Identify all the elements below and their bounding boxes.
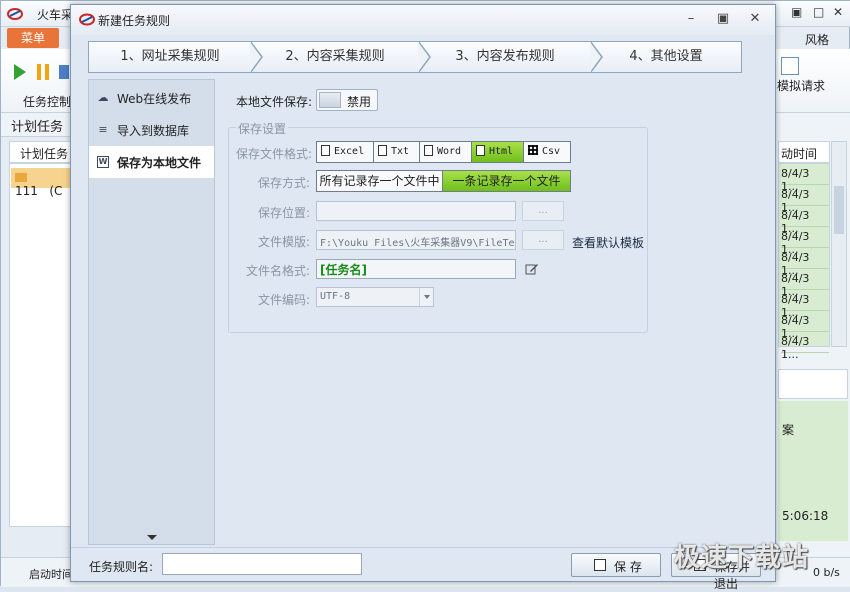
format-label: 保存文件格式: [236,147,313,161]
format-html[interactable]: Html [472,142,524,162]
sidebar-item-local-file[interactable]: W 保存为本地文件 [89,146,214,178]
table-row[interactable]: 8/4/3 1... [781,332,829,361]
format-txt[interactable]: Txt [374,142,420,162]
rule-name-input[interactable] [162,553,362,575]
template-label: 文件模版: [258,235,311,249]
publish-sidebar: ☁ Web在线发布 ≡ 导入到数据库 W 保存为本地文件 [88,79,215,545]
table-row[interactable]: 8/4/3 1... [781,290,829,319]
pause-icon[interactable] [37,64,49,80]
cloud-upload-icon: ☁ [97,91,109,104]
table-row[interactable]: 8/4/3 1... [781,206,829,235]
mode-one-per-record[interactable]: 一条记录存一个文件 [443,171,570,191]
step-other-settings[interactable]: 4、其他设置 [591,41,742,73]
csv-grid-icon [528,145,538,155]
edit-pencil-icon[interactable] [525,263,539,275]
format-selector: Excel Txt Word Html Csv [316,141,571,163]
app-logo-icon [79,13,95,26]
format-excel[interactable]: Excel [317,142,374,162]
filename-format-label: 文件名格式: [246,264,311,278]
dialog-title: 新建任务规则 [98,14,171,28]
right-column-header[interactable]: 动时间 [778,141,830,163]
close-icon[interactable]: ✕ [833,5,843,19]
save-disk-icon [594,559,606,571]
scheduled-task-tab[interactable]: 计划任务 [1,113,71,137]
step-content-rules[interactable]: 2、内容采集规则 [251,41,431,73]
html-icon [476,145,485,156]
save-mode-selector: 所有记录存一个文件中 一条记录存一个文件 [316,170,571,192]
menu-button[interactable]: 菜单 [7,28,59,48]
database-icon: ≡ [98,123,108,136]
format-word[interactable]: Word [420,142,472,162]
new-task-rule-dialog: 新建任务规则 – ▣ ✕ 1、网址采集规则 2、内容采集规则 3、内容发布规则 … [70,4,776,591]
task-control-label: 任务控制 [23,95,72,109]
maximize-icon[interactable]: □ [813,5,824,19]
wizard-steps: 1、网址采集规则 2、内容采集规则 3、内容发布规则 4、其他设置 [88,41,742,73]
template-input[interactable]: F:\Youku Files\火车采集器V9\FileTemp [316,230,516,250]
style-menu[interactable]: 风格 [805,31,829,48]
view-default-template-link[interactable]: 查看默认模板 [572,234,644,251]
txt-icon [378,145,387,156]
minimize-icon[interactable]: – [683,11,699,26]
sidebar-item-web-publish[interactable]: ☁ Web在线发布 [89,82,214,114]
mimic-request-icon[interactable] [781,57,799,75]
toggle-knob[interactable] [319,92,341,108]
template-browse-button[interactable]: ... [522,230,564,250]
word-file-icon: W [97,156,109,168]
location-browse-button[interactable]: ... [522,201,564,221]
rule-name-label: 任务规则名: [89,560,154,574]
mode-all-in-one[interactable]: 所有记录存一个文件中 [317,171,443,191]
filename-format-input[interactable]: [任务名] [316,259,516,279]
task-row[interactable]: 111 (C [11,168,71,198]
left-column-header[interactable]: 计划任务分 [9,141,71,178]
local-save-panel: 本地文件保存: 禁用 保存设置 保存文件格式: Excel Txt Word H… [216,79,746,545]
right-scrollbar[interactable] [831,141,847,347]
table-row[interactable]: 8/4/3 1... [781,227,829,256]
local-save-toggle[interactable]: 禁用 [316,89,378,111]
local-save-label: 本地文件保存: [236,95,313,109]
scrollbar-thumb[interactable] [834,186,844,234]
task-list: 111 (C [9,163,71,527]
save-settings-title: 保存设置 [236,120,289,137]
dialog-titlebar: 新建任务规则 – ▣ ✕ [71,5,775,35]
encoding-label: 文件编码: [258,293,311,307]
app-logo-icon [7,8,23,20]
maximize-icon[interactable]: ▣ [715,11,731,26]
scroll-down-icon[interactable] [147,535,157,540]
table-row[interactable]: 8/4/3 1... [781,311,829,340]
format-csv[interactable]: Csv [524,142,570,162]
watermark: 极速下载站 [674,543,810,573]
right-time-list: 8/4/3 1... 8/4/3 1... 8/4/3 1... 8/4/3 1...… [778,163,830,361]
table-row[interactable]: 8/4/3 1... [781,269,829,298]
start-icon[interactable] [14,64,26,80]
main-window-title: 火车采 [37,8,74,22]
right-white-area [778,369,848,399]
folder-icon [15,173,27,182]
mode-label: 保存方式: [258,176,311,190]
step-publish-rules[interactable]: 3、内容发布规则 [419,41,603,73]
encoding-select[interactable]: UTF-8 [316,287,434,307]
word-icon [424,145,433,156]
stop-icon[interactable] [59,65,69,79]
location-input[interactable] [316,201,516,221]
right-text: 案 [782,423,795,437]
restore-icon[interactable]: ▣ [791,5,802,19]
step-url-rules[interactable]: 1、网址采集规则 [88,41,263,73]
right-time-text: 5:06:18 [782,509,829,523]
location-label: 保存位置: [258,206,311,220]
dialog-footer: 任务规则名: 保 存 保存并退出 [71,547,775,591]
start-time-label: 启动时间 [29,568,73,581]
mimic-request-label[interactable]: 模拟请求 [777,77,825,94]
excel-icon [321,145,330,156]
table-row[interactable]: 8/4/3 1... [781,164,829,193]
save-button[interactable]: 保 存 [571,553,661,577]
close-icon[interactable]: ✕ [747,11,763,26]
chevron-down-icon[interactable] [419,288,433,306]
sidebar-item-database[interactable]: ≡ 导入到数据库 [89,114,214,146]
table-row[interactable]: 8/4/3 1... [781,248,829,277]
table-row[interactable]: 8/4/3 1... [781,185,829,214]
speed-label: 0 b/s [813,566,840,579]
